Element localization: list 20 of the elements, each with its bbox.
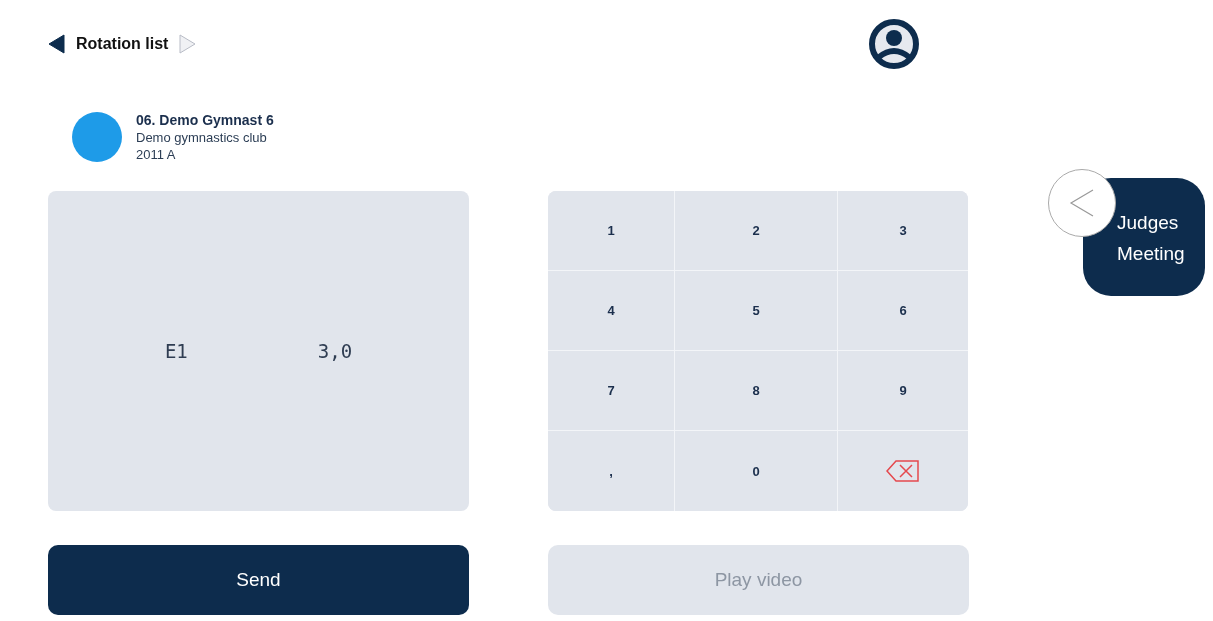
keypad-key[interactable]: 7 [548,351,675,431]
keypad-key[interactable]: 3 [838,191,968,271]
keypad-key[interactable]: 5 [675,271,838,351]
keypad-key[interactable]: 4 [548,271,675,351]
club-name: Demo gymnastics club [136,130,268,145]
keypad-key[interactable]: 8 [675,351,838,431]
keypad-key[interactable]: 1 [548,191,675,271]
keypad-key[interactable]: , [548,431,675,511]
score-value: 3,0 [317,340,353,362]
send-button[interactable]: Send [48,545,469,615]
previous-arrow-icon[interactable] [48,34,66,54]
judges-meeting-button[interactable]: Judges Meeting [1048,169,1205,296]
judge-label: E1 [164,340,188,362]
rotation-list-title: Rotation list [76,35,169,53]
user-avatar-icon[interactable] [869,19,919,69]
chevron-left-icon [1069,188,1095,218]
gymnast-name: 06. Demo Gymnast 6 [136,112,274,128]
backspace-icon [886,460,920,482]
keypad-key[interactable]: 2 [675,191,838,271]
category: 2011 A [136,147,177,162]
